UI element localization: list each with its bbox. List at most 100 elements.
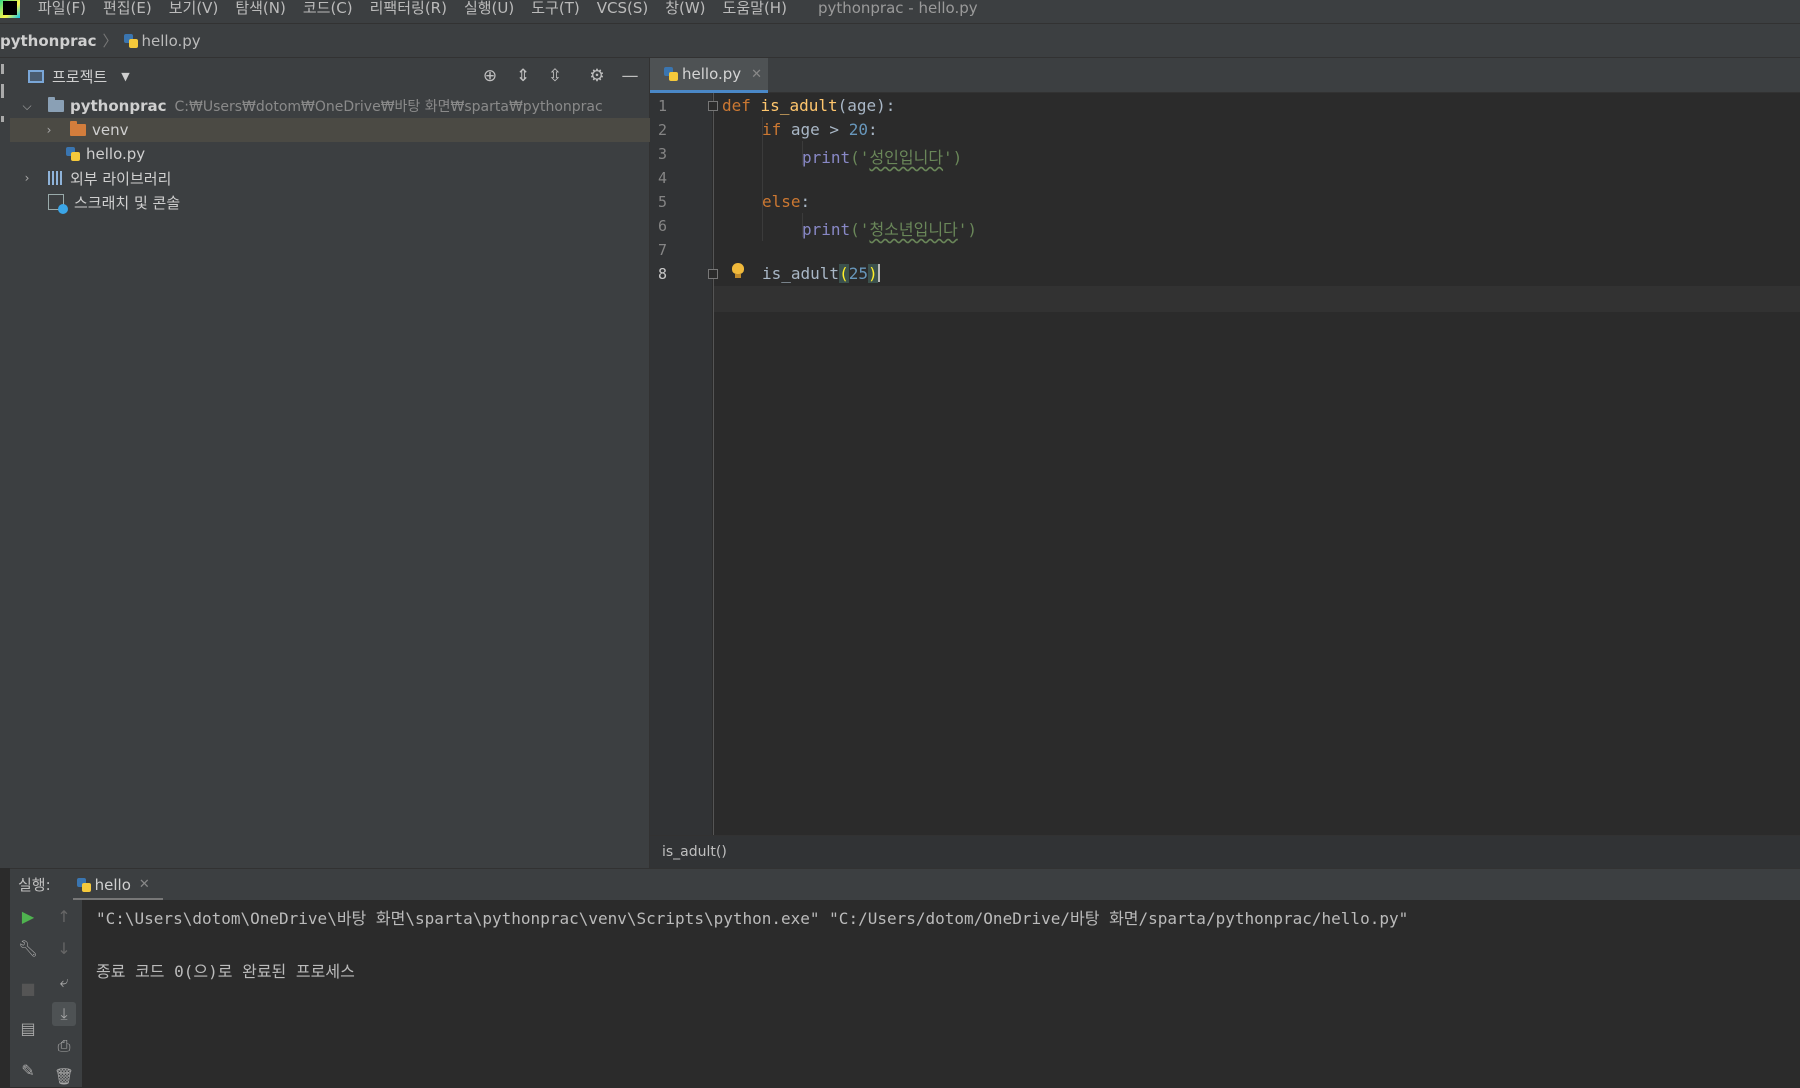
breadcrumb-project[interactable]: pythonprac — [0, 32, 97, 50]
keyword-def: def — [722, 96, 751, 115]
close-icon[interactable]: ✕ — [139, 877, 150, 892]
line-number: 6 — [658, 217, 668, 235]
tree-item-hello-py[interactable]: hello.py — [10, 142, 650, 166]
string-close: ') — [957, 220, 978, 239]
code-line-1: def is_adult(age): — [722, 96, 895, 115]
run-console-output[interactable]: "C:\Users\dotom\OneDrive\바탕 화면\sparta\py… — [82, 900, 1800, 1087]
menu-window[interactable]: 창(W) — [665, 0, 705, 18]
library-icon — [48, 171, 64, 185]
pin-icon[interactable]: ✎ — [16, 1058, 40, 1082]
scratch-icon — [48, 194, 68, 214]
console-exit-message: 종료 코드 0(으)로 완료된 프로세스 — [96, 962, 355, 981]
breadcrumb: pythonprac 〉 hello.py — [0, 24, 1800, 58]
locate-file-icon[interactable]: ⊕ — [480, 66, 500, 86]
menu-vcs[interactable]: VCS(S) — [597, 0, 648, 17]
menu-edit[interactable]: 편집(E) — [103, 0, 152, 18]
expand-all-icon[interactable]: ⇕ — [513, 66, 533, 86]
number-literal: 25 — [848, 264, 868, 283]
rerun-icon[interactable]: ▶ — [16, 904, 40, 928]
string-literal: 성인입니다 — [869, 148, 944, 167]
tree-item-label: pythonprac — [70, 97, 167, 115]
wrench-icon[interactable]: 🔧︎ — [16, 936, 40, 960]
arrow-down-icon[interactable]: ↓ — [52, 936, 76, 960]
gear-icon[interactable]: ⚙ — [587, 66, 607, 86]
chevron-down-icon[interactable]: ▼ — [121, 70, 129, 83]
tree-item-label: 외부 라이브러리 — [70, 169, 172, 188]
line-number: 4 — [658, 169, 668, 187]
menu-code[interactable]: 코드(C) — [303, 0, 353, 18]
project-panel-title[interactable]: 프로젝트 — [52, 66, 107, 87]
tree-item-label: venv — [92, 121, 129, 139]
scroll-to-end-icon[interactable]: ⤓ — [52, 1002, 76, 1026]
string-literal: 청소년입니다 — [869, 220, 958, 239]
project-panel-header: 프로젝트 ▼ ⊕ ⇕ ⇳ ⚙ — — [10, 58, 649, 94]
code-editor[interactable]: 1 2 3 4 5 6 7 8 def is_adult(age): if ag… — [650, 93, 1800, 835]
menu-help[interactable]: 도움말(H) — [723, 0, 787, 18]
builtin-print: print — [802, 220, 851, 239]
python-file-icon — [76, 877, 91, 892]
project-view-icon — [28, 69, 44, 83]
chevron-right-icon[interactable]: › — [42, 123, 56, 137]
menu-view[interactable]: 보기(V) — [169, 0, 219, 18]
breadcrumb-function[interactable]: is_adult() — [662, 844, 727, 860]
colon: : — [867, 120, 878, 139]
print-icon[interactable]: ⎙ — [52, 1034, 76, 1058]
structure-tool-marker-icon — [1, 84, 4, 98]
code-line-5: else: — [762, 192, 810, 211]
breadcrumb-file[interactable]: hello.py — [142, 32, 201, 50]
project-panel: 프로젝트 ▼ ⊕ ⇕ ⇳ ⚙ — ⌵ pythonprac C:₩Users₩d… — [10, 58, 650, 868]
code-line-2: if age > 20: — [762, 120, 878, 139]
tab-run-hello[interactable]: hello ✕ — [72, 869, 163, 901]
tree-item-venv[interactable]: › venv — [10, 118, 650, 142]
collapse-all-icon[interactable]: ⇳ — [545, 66, 565, 86]
minimize-icon[interactable]: — — [620, 66, 640, 86]
paren-close: ) — [867, 264, 878, 283]
keyword-if: if — [762, 120, 782, 139]
lightbulb-icon[interactable] — [732, 263, 744, 278]
code-line-6: print('청소년입니다') — [802, 216, 977, 240]
console-command-line: "C:\Users\dotom\OneDrive\바탕 화면\sparta\py… — [96, 909, 1409, 928]
line-number: 8 — [658, 265, 668, 283]
soft-wrap-icon[interactable]: ⤶ — [52, 970, 76, 994]
editor-breadcrumb[interactable]: is_adult() — [650, 835, 1800, 868]
python-file-icon — [123, 33, 138, 48]
code-line-3: print('성인입니다') — [802, 144, 962, 168]
current-line-highlight — [714, 286, 1800, 312]
layout-icon[interactable]: ▤ — [16, 1016, 40, 1040]
menu-navigate[interactable]: 탐색(N) — [235, 0, 286, 18]
tree-item-scratches[interactable]: 스크래치 및 콘솔 — [10, 190, 650, 214]
menu-run[interactable]: 실행(U) — [464, 0, 514, 18]
project-tool-marker-icon — [1, 64, 4, 74]
gutter-divider — [713, 93, 714, 835]
tab-hello-py[interactable]: hello.py ✕ — [650, 58, 768, 93]
fold-end-icon[interactable] — [708, 269, 718, 279]
arrow-up-icon[interactable]: ↑ — [52, 904, 76, 928]
chevron-right-icon[interactable]: › — [20, 171, 34, 185]
menu-refactor[interactable]: 리팩터링(R) — [370, 0, 447, 18]
line-number: 3 — [658, 145, 668, 163]
function-name: is_adult — [760, 96, 838, 115]
editor-tab-bar: hello.py ✕ — [650, 58, 1800, 93]
tree-item-project-root[interactable]: ⌵ pythonprac C:₩Users₩dotom₩OneDrive₩바탕 … — [10, 94, 650, 118]
chevron-down-icon[interactable]: ⌵ — [20, 99, 34, 114]
python-file-icon — [664, 67, 678, 81]
window-title: pythonprac - hello.py — [817, 0, 978, 17]
number-literal: 20 — [848, 120, 868, 139]
builtin-print: print — [802, 148, 851, 167]
tree-item-label: hello.py — [86, 145, 146, 163]
trash-icon[interactable]: 🗑︎ — [52, 1064, 76, 1088]
fold-icon[interactable] — [708, 101, 718, 111]
python-file-icon — [66, 147, 80, 161]
close-icon[interactable]: ✕ — [751, 67, 762, 82]
menu-tools[interactable]: 도구(T) — [531, 0, 579, 18]
menu-file[interactable]: 파일(F) — [38, 0, 86, 18]
tree-item-external-libraries[interactable]: › 외부 라이브러리 — [10, 166, 650, 190]
folder-icon — [48, 97, 64, 112]
project-path: C:₩Users₩dotom₩OneDrive₩바탕 화면₩sparta₩pyt… — [174, 99, 603, 115]
code-line-8: is_adult(25) — [762, 264, 880, 283]
tab-label: hello — [94, 875, 131, 894]
run-toolbar-primary: ▶ 🔧︎ ■ ▤ ✎ — [10, 900, 46, 1087]
params: (age): — [837, 96, 896, 115]
stop-icon[interactable]: ■ — [16, 976, 40, 1000]
run-panel-title: 실행: — [18, 876, 51, 894]
